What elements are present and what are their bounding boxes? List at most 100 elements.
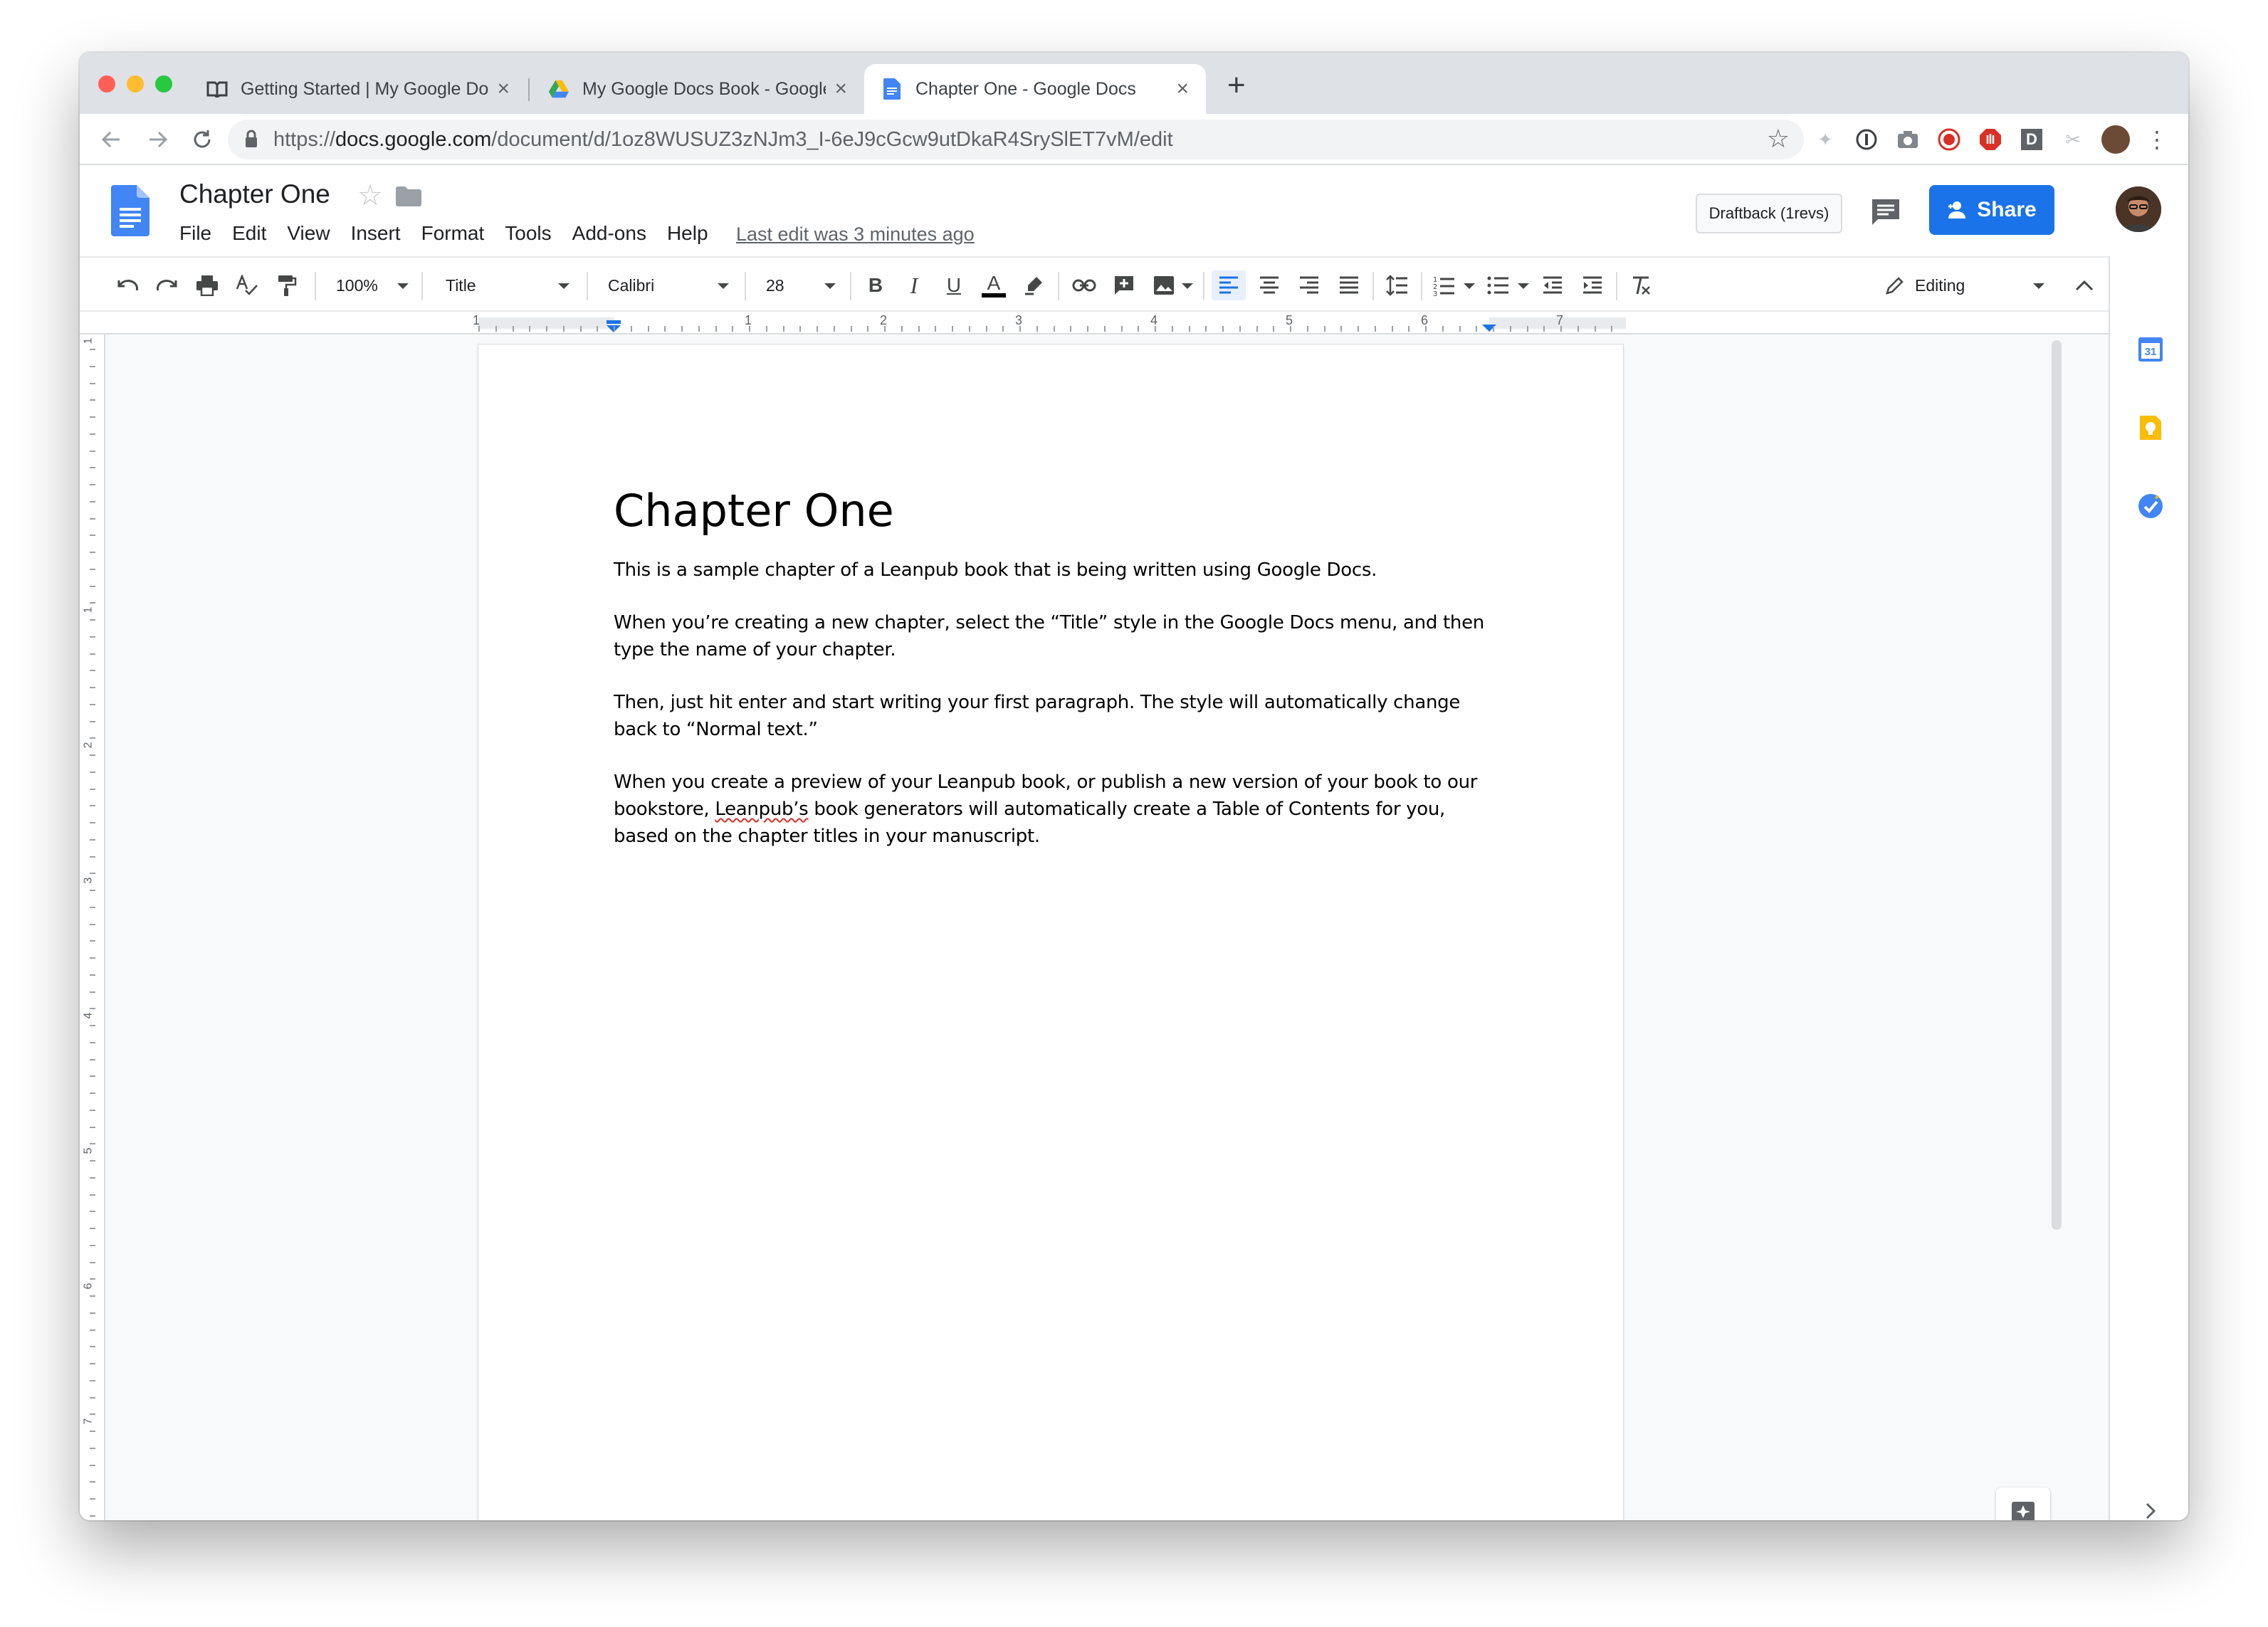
formatting-toolbar: 100% Title Calibri 28 B I U A 1 2 3 Edit…: [80, 256, 2109, 312]
pin-extension-icon[interactable]: ✦: [1811, 125, 1839, 154]
chevron-down-icon: [397, 283, 409, 289]
underline-button[interactable]: U: [938, 270, 970, 300]
address-bar[interactable]: https://docs.google.com/document/d/1oz8W…: [228, 120, 1804, 159]
close-icon[interactable]: ×: [497, 77, 510, 101]
paragraph[interactable]: Then, just hit enter and start writing y…: [614, 689, 1496, 743]
menu-edit[interactable]: Edit: [232, 222, 266, 245]
folder-icon[interactable]: [396, 186, 421, 206]
account-avatar[interactable]: [2116, 186, 2161, 232]
draftback-extension-icon[interactable]: D: [2017, 125, 2046, 154]
menu-view[interactable]: View: [287, 222, 330, 245]
calendar-icon[interactable]: 31: [2137, 336, 2164, 363]
minimize-window-button[interactable]: [127, 75, 144, 93]
document-page[interactable]: Chapter One This is a sample chapter of …: [478, 344, 1623, 1520]
print-icon[interactable]: [191, 270, 224, 300]
hide-menus-chevron-up-icon[interactable]: [2070, 270, 2099, 300]
insert-comment-icon[interactable]: [1108, 270, 1140, 300]
ruler-tick: [90, 1177, 95, 1179]
paragraph[interactable]: When you’re creating a new chapter, sele…: [614, 609, 1496, 663]
ruler-number: 1: [82, 606, 95, 614]
menu-help[interactable]: Help: [667, 222, 708, 245]
expand-side-panel-chevron-icon[interactable]: [2137, 1497, 2164, 1520]
record-extension-icon[interactable]: [1935, 125, 1963, 154]
align-left-button[interactable]: [1212, 270, 1246, 300]
highlight-color-icon[interactable]: [1018, 270, 1049, 300]
back-button[interactable]: [93, 121, 130, 158]
maximize-window-button[interactable]: [155, 75, 172, 93]
ruler-tick: [90, 416, 95, 418]
menu-format[interactable]: Format: [421, 222, 485, 245]
numbered-list-icon[interactable]: 123: [1428, 270, 1461, 300]
bold-button[interactable]: B: [860, 270, 891, 300]
document-title[interactable]: Chapter One: [179, 179, 330, 209]
tasks-icon[interactable]: [2137, 493, 2164, 520]
last-edit-link[interactable]: Last edit was 3 minutes ago: [736, 223, 975, 246]
star-icon[interactable]: ☆: [357, 179, 383, 212]
vertical-scrollbar[interactable]: [2052, 340, 2062, 1230]
ruler-tick: [90, 1075, 95, 1077]
insert-image-icon[interactable]: [1148, 270, 1180, 300]
bulleted-list-icon[interactable]: [1482, 270, 1515, 300]
document-body[interactable]: Chapter One This is a sample chapter of …: [614, 484, 1496, 875]
ruler-tick: [884, 326, 886, 332]
lock-icon: [246, 130, 257, 147]
decrease-indent-icon[interactable]: [1536, 270, 1569, 300]
document-heading[interactable]: Chapter One: [614, 484, 1496, 538]
stop-extension-icon[interactable]: [1976, 125, 2005, 154]
close-icon[interactable]: ×: [834, 77, 847, 101]
ruler-tick: [1138, 326, 1139, 332]
more-vert-icon[interactable]: ⋮: [2143, 125, 2171, 154]
ruler-tick: [90, 1363, 95, 1364]
ruler-tick: [90, 636, 95, 638]
menu-add-ons[interactable]: Add-ons: [572, 222, 646, 245]
close-icon[interactable]: ×: [1176, 77, 1189, 101]
camera-extension-icon[interactable]: [1894, 125, 1922, 154]
tab-chapter-one[interactable]: Chapter One - Google Docs ×: [864, 64, 1206, 114]
ruler-tick: [90, 1059, 95, 1060]
bookmark-star-icon[interactable]: ☆: [1767, 124, 1790, 154]
close-window-button[interactable]: [98, 75, 115, 93]
italic-button[interactable]: I: [898, 270, 930, 300]
scissors-extension-icon[interactable]: ✂: [2059, 125, 2087, 154]
justify-button[interactable]: [1333, 270, 1365, 300]
increase-indent-icon[interactable]: [1576, 270, 1609, 300]
menu-file[interactable]: File: [179, 222, 211, 245]
paragraph-style-dropdown[interactable]: Title: [446, 270, 574, 300]
redo-icon[interactable]: [151, 270, 184, 300]
draftback-button[interactable]: Draftback (1revs): [1696, 194, 1842, 233]
tab-getting-started[interactable]: Getting Started | My Google Docs Book ×: [189, 64, 527, 114]
font-dropdown[interactable]: Calibri: [608, 270, 733, 300]
insert-link-icon[interactable]: [1068, 270, 1101, 300]
google-docs-logo-icon[interactable]: [111, 185, 149, 236]
align-right-button[interactable]: [1293, 270, 1325, 300]
align-center-button[interactable]: [1253, 270, 1286, 300]
profile-avatar[interactable]: [2101, 125, 2130, 154]
horizontal-ruler[interactable]: 1 1 2 3 4 5 6 7: [80, 312, 2109, 335]
line-spacing-icon[interactable]: [1381, 270, 1414, 300]
editing-mode-dropdown[interactable]: Editing: [1885, 270, 2047, 300]
reload-button[interactable]: [184, 121, 221, 158]
ruler-tick: [1340, 326, 1342, 332]
menu-insert[interactable]: Insert: [351, 222, 401, 245]
paragraph[interactable]: When you create a preview of your Leanpu…: [614, 769, 1496, 850]
paragraph[interactable]: This is a sample chapter of a Leanpub bo…: [614, 557, 1496, 584]
menu-tools[interactable]: Tools: [505, 222, 551, 245]
ruler-tick: [90, 501, 95, 502]
info-extension-icon[interactable]: [1852, 125, 1881, 154]
clear-formatting-icon[interactable]: [1624, 270, 1657, 300]
paint-format-icon[interactable]: [271, 270, 303, 300]
right-indent-marker-icon[interactable]: [1481, 323, 1498, 333]
ruler-tick: [529, 326, 530, 332]
tab-google-drive[interactable]: My Google Docs Book - Google Drive ×: [531, 64, 864, 114]
explore-button[interactable]: [1996, 1488, 2050, 1520]
comment-history-icon[interactable]: [1868, 195, 1904, 231]
forward-button[interactable]: [140, 121, 177, 158]
text-color-button[interactable]: A: [978, 270, 1009, 300]
spellcheck-icon[interactable]: [231, 270, 263, 300]
vertical-ruler[interactable]: 1 1 2 3 4 5 6 7: [80, 335, 105, 1520]
misspelled-word[interactable]: Leanpub’s: [715, 799, 808, 820]
share-button[interactable]: Share: [1929, 185, 2054, 235]
keep-icon[interactable]: [2137, 414, 2164, 441]
undo-icon[interactable]: [111, 270, 144, 300]
new-tab-button[interactable]: +: [1227, 70, 1246, 101]
